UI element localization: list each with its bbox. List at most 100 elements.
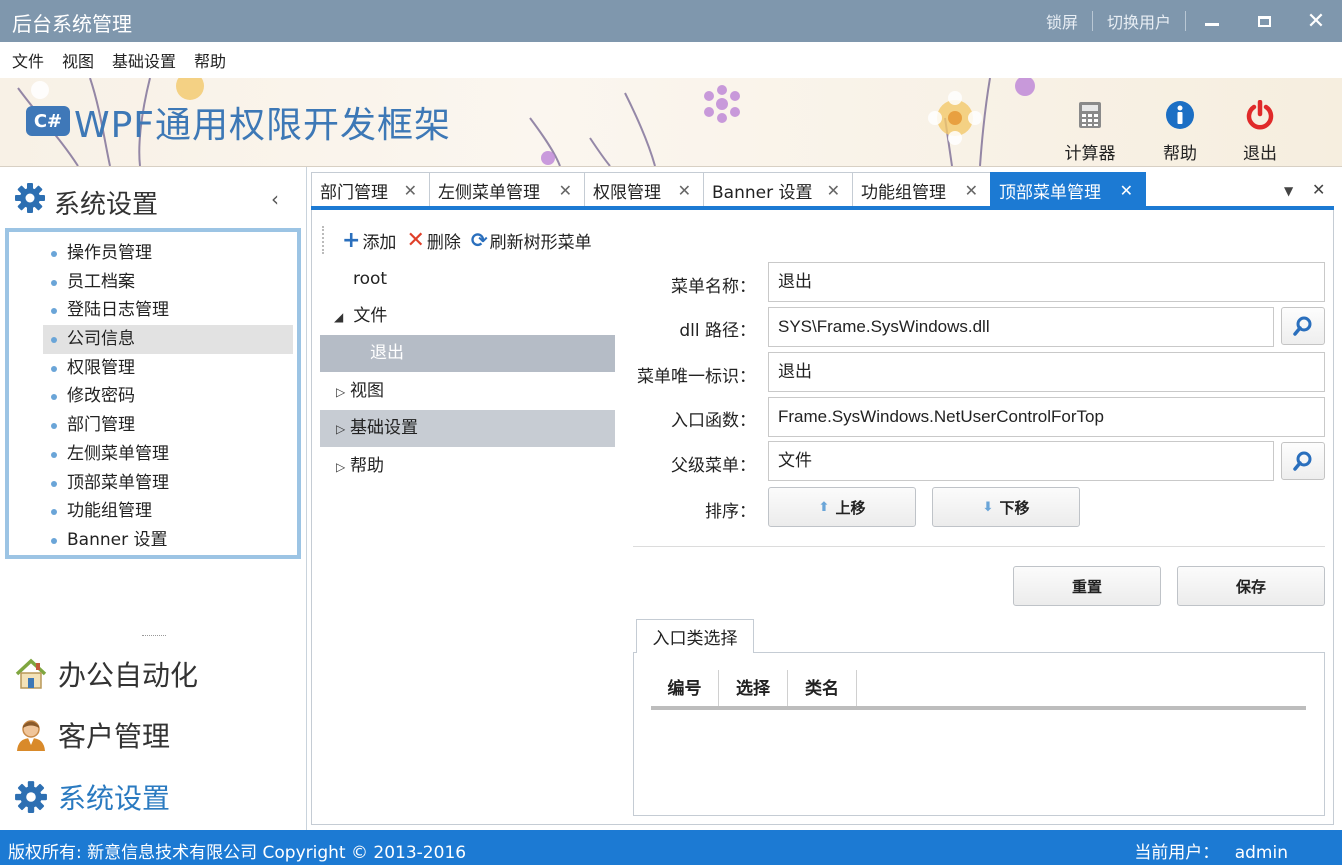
close-icon[interactable]: ✕ bbox=[404, 181, 417, 200]
close-icon[interactable]: ✕ bbox=[1120, 181, 1133, 200]
collapsed-arrow-icon[interactable]: ▷ bbox=[336, 374, 350, 411]
group-customer-management[interactable]: 客户管理 bbox=[14, 715, 170, 755]
house-icon bbox=[15, 658, 47, 689]
menu-file[interactable]: 文件 bbox=[12, 48, 44, 72]
switch-user-link[interactable]: 切换用户 bbox=[1093, 9, 1185, 33]
close-icon[interactable]: ✕ bbox=[559, 181, 572, 200]
title-bar: 后台系统管理 锁屏 切换用户 ✕ bbox=[0, 0, 1342, 42]
dll-browse-button[interactable] bbox=[1281, 307, 1325, 345]
tab-label: 权限管理 bbox=[593, 183, 661, 203]
tree-node-root[interactable]: root bbox=[320, 261, 615, 298]
column-header-number[interactable]: 编号 bbox=[651, 670, 719, 708]
sidebar-item-employee[interactable]: 员工档案 bbox=[9, 268, 297, 297]
tab-function-group[interactable]: 功能组管理 ✕ bbox=[852, 172, 991, 208]
refresh-icon: ⟳ bbox=[470, 228, 488, 252]
menu-basic-settings[interactable]: 基础设置 bbox=[112, 48, 176, 72]
down-arrow-icon: ⬇ bbox=[982, 499, 994, 515]
sidebar: 系统设置 ‹ 操作员管理 员工档案 登陆日志管理 公司信息 权限管理 修改密码 … bbox=[0, 167, 307, 830]
sidebar-item-password[interactable]: 修改密码 bbox=[9, 382, 297, 411]
tree-node-help[interactable]: ▷ 帮助 bbox=[320, 448, 615, 485]
tab-dropdown-icon[interactable]: ▼ bbox=[1284, 184, 1293, 198]
bullet-icon bbox=[51, 394, 57, 401]
sidebar-item-top-menu[interactable]: 顶部菜单管理 bbox=[9, 469, 297, 498]
parent-browse-button[interactable] bbox=[1281, 442, 1325, 480]
gear-icon bbox=[15, 781, 47, 813]
collapsed-arrow-icon[interactable]: ▷ bbox=[336, 411, 350, 448]
tree-node-file[interactable]: ◢ 文件 bbox=[320, 298, 615, 335]
info-icon bbox=[1166, 101, 1194, 129]
tab-banner[interactable]: Banner 设置 ✕ bbox=[703, 172, 853, 208]
column-header-class-name[interactable]: 类名 bbox=[788, 670, 857, 708]
tree-node-exit[interactable]: 退出 bbox=[320, 335, 615, 372]
menu-uid-field[interactable]: 退出 bbox=[768, 352, 1325, 392]
delete-icon: ✕ bbox=[406, 227, 425, 253]
help-button[interactable]: 帮助 bbox=[1150, 100, 1210, 164]
close-icon: ✕ bbox=[1306, 8, 1326, 34]
bullet-icon bbox=[51, 537, 57, 544]
maximize-button[interactable] bbox=[1238, 0, 1290, 42]
sidebar-item-left-menu[interactable]: 左侧菜单管理 bbox=[9, 440, 297, 469]
tree-node-view[interactable]: ▷ 视图 bbox=[320, 373, 615, 410]
tab-department[interactable]: 部门管理 ✕ bbox=[311, 172, 430, 208]
collapse-icon[interactable]: ‹ bbox=[271, 187, 279, 211]
sidebar-item-operator[interactable]: 操作员管理 bbox=[9, 239, 297, 268]
tree-node-label: root bbox=[353, 269, 388, 289]
refresh-tree-button[interactable]: ⟳ 刷新树形菜单 bbox=[471, 228, 592, 253]
refresh-label: 刷新树形菜单 bbox=[489, 232, 592, 253]
tab-left-menu[interactable]: 左侧菜单管理 ✕ bbox=[429, 172, 585, 208]
delete-button[interactable]: ✕ 删除 bbox=[406, 228, 460, 253]
collapsed-arrow-icon[interactable]: ▷ bbox=[336, 449, 350, 486]
group-system-settings[interactable]: 系统设置 bbox=[14, 777, 170, 817]
bullet-icon bbox=[51, 251, 57, 257]
close-all-tabs-icon[interactable]: ✕ bbox=[1312, 180, 1325, 199]
exit-label: 退出 bbox=[1243, 144, 1277, 164]
calculator-button[interactable]: 计算器 bbox=[1060, 100, 1120, 164]
sidebar-item-label: 修改密码 bbox=[67, 386, 135, 407]
sidebar-item-permission[interactable]: 权限管理 bbox=[9, 354, 297, 383]
sidebar-item-banner[interactable]: Banner 设置 bbox=[9, 526, 297, 555]
tree-node-basic-settings[interactable]: ▷ 基础设置 bbox=[320, 410, 615, 447]
tab-label: 部门管理 bbox=[320, 183, 388, 203]
tab-label: 左侧菜单管理 bbox=[438, 183, 540, 203]
parent-menu-field[interactable]: 文件 bbox=[768, 441, 1274, 481]
menu-help[interactable]: 帮助 bbox=[194, 48, 226, 72]
entry-function-field[interactable]: Frame.SysWindows.NetUserControlForTop bbox=[768, 397, 1325, 437]
menu-uid-label: 菜单唯一标识： bbox=[637, 367, 756, 387]
current-user-label: 当前用户： bbox=[1134, 843, 1220, 863]
reset-button[interactable]: 重置 bbox=[1013, 566, 1161, 606]
splitter-grip[interactable] bbox=[142, 635, 166, 639]
logo-icon: C# bbox=[26, 106, 70, 136]
sidebar-item-company[interactable]: 公司信息 bbox=[43, 325, 293, 354]
sidebar-item-login-log[interactable]: 登陆日志管理 bbox=[9, 296, 297, 325]
tab-bar: 部门管理 ✕ 左侧菜单管理 ✕ 权限管理 ✕ Banner 设置 ✕ 功能组管理 ✕ 顶部… bbox=[311, 172, 1342, 208]
tab-permission[interactable]: 权限管理 ✕ bbox=[584, 172, 704, 208]
add-button[interactable]: + 添加 bbox=[342, 228, 396, 253]
dll-path-label: dll 路径： bbox=[679, 321, 756, 341]
expanded-arrow-icon[interactable]: ◢ bbox=[334, 299, 348, 336]
close-icon[interactable]: ✕ bbox=[827, 181, 840, 200]
dll-path-field[interactable]: SYS\Frame.SysWindows.dll bbox=[768, 307, 1274, 347]
minimize-button[interactable] bbox=[1186, 0, 1238, 42]
tab-top-menu[interactable]: 顶部菜单管理 ✕ bbox=[990, 172, 1146, 208]
tab-entry-class-select[interactable]: 入口类选择 bbox=[636, 619, 754, 653]
tree-node-label: 基础设置 bbox=[350, 418, 418, 438]
move-up-button[interactable]: ⬆ 上移 bbox=[768, 487, 916, 527]
menu-name-field[interactable]: 退出 bbox=[768, 262, 1325, 302]
group-office-automation[interactable]: 办公自动化 bbox=[14, 654, 198, 694]
lock-screen-link[interactable]: 锁屏 bbox=[1032, 9, 1092, 33]
sidebar-item-label: 员工档案 bbox=[67, 271, 135, 292]
search-icon bbox=[1293, 451, 1312, 471]
close-icon[interactable]: ✕ bbox=[965, 181, 978, 200]
column-header-select[interactable]: 选择 bbox=[719, 670, 788, 708]
close-button[interactable]: ✕ bbox=[1290, 0, 1342, 42]
sidebar-item-department[interactable]: 部门管理 bbox=[9, 411, 297, 440]
sidebar-item-function-group[interactable]: 功能组管理 bbox=[9, 497, 297, 526]
exit-button[interactable]: 退出 bbox=[1230, 99, 1290, 164]
sidebar-item-label: 登陆日志管理 bbox=[67, 300, 169, 321]
tree-node-label: 帮助 bbox=[350, 456, 384, 476]
minimize-icon bbox=[1205, 22, 1219, 26]
menu-view[interactable]: 视图 bbox=[62, 48, 94, 72]
close-icon[interactable]: ✕ bbox=[678, 181, 691, 200]
save-button[interactable]: 保存 bbox=[1177, 566, 1325, 606]
move-down-button[interactable]: ⬇ 下移 bbox=[932, 487, 1080, 527]
